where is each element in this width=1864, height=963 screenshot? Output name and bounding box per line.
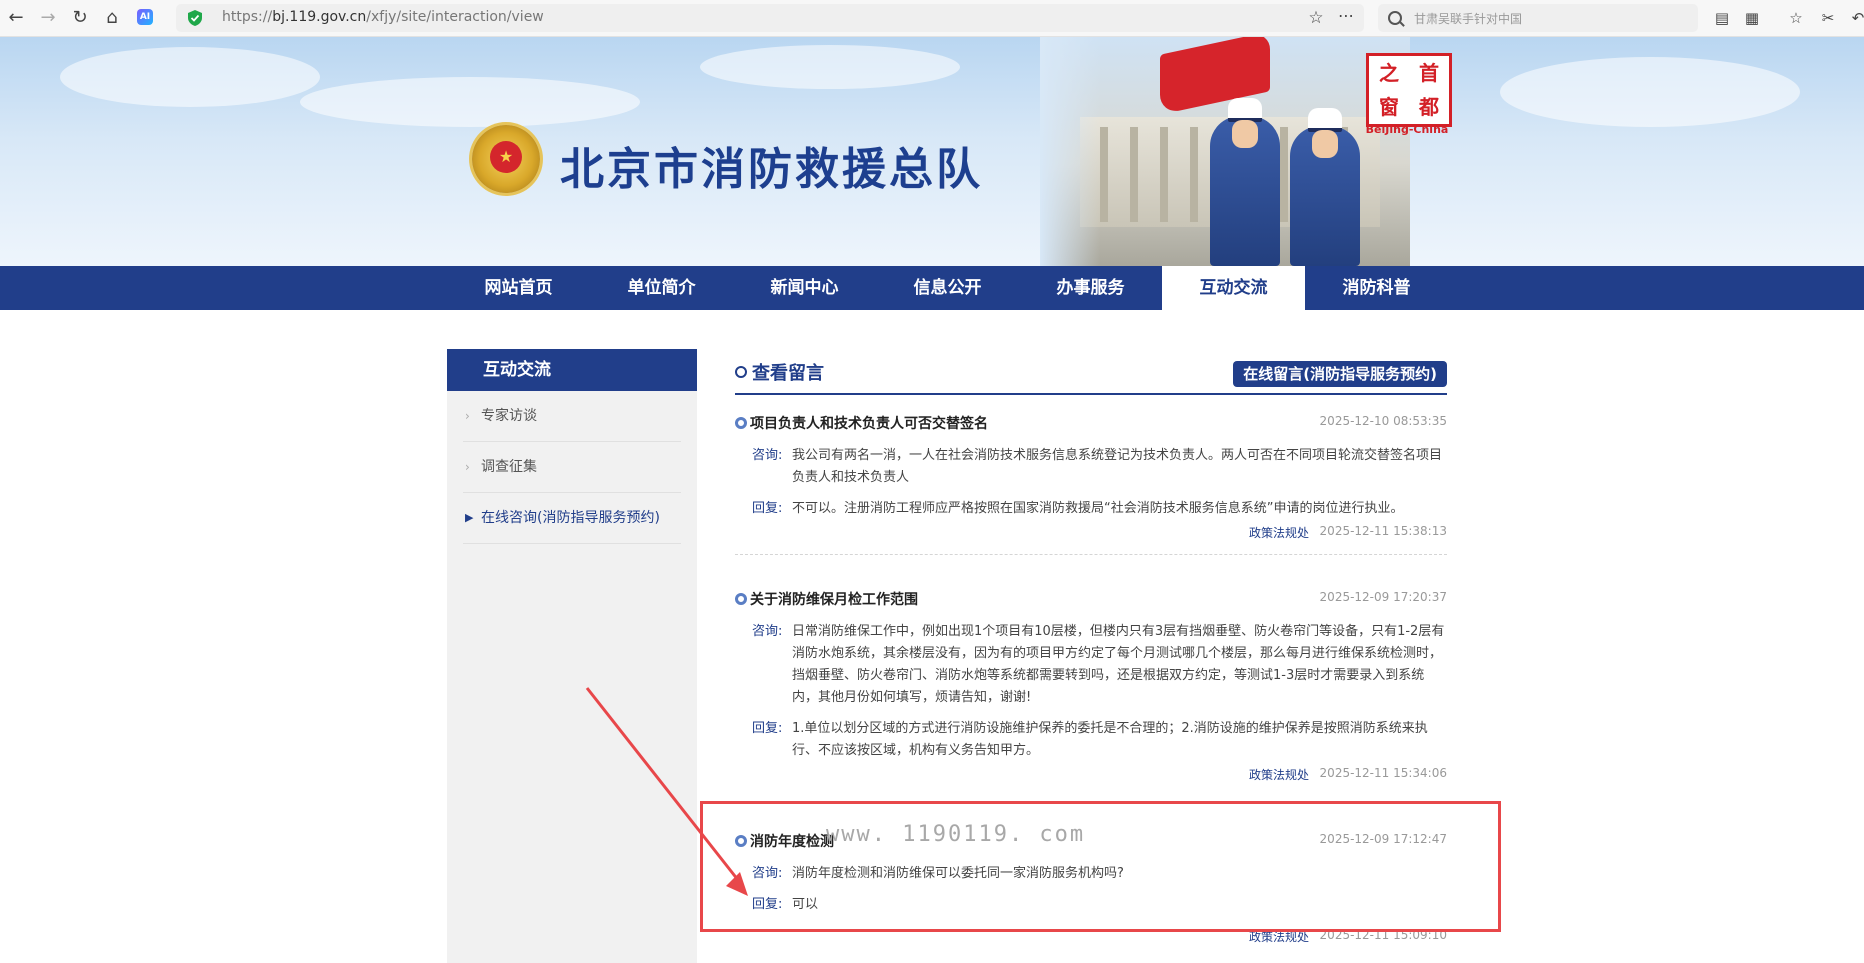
- annotation-arrow: [585, 687, 748, 896]
